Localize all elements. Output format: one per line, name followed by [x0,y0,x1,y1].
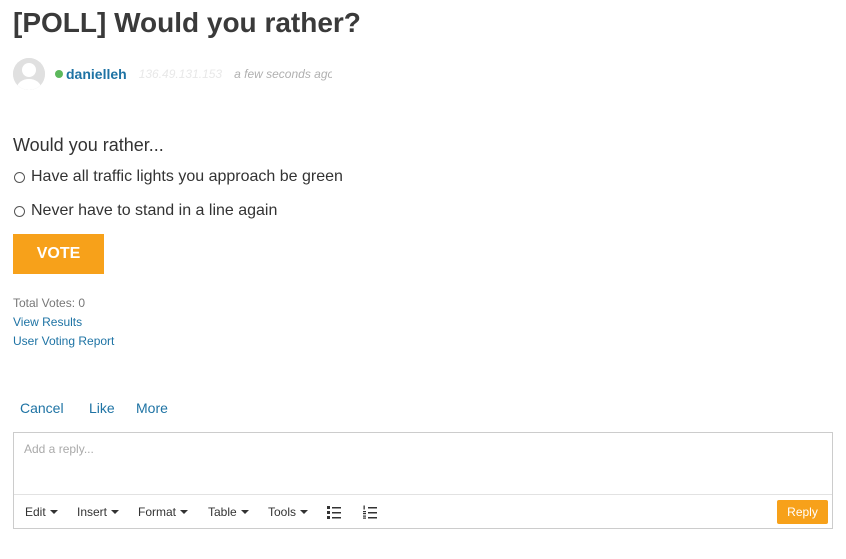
table-menu[interactable]: Table [208,505,249,519]
more-link[interactable]: More [136,400,168,416]
poll-option[interactable]: Have all traffic lights you approach be … [14,168,343,186]
reply-editor[interactable]: Add a reply... Edit Insert Format Table … [13,432,833,529]
format-menu[interactable]: Format [138,505,189,519]
edit-menu[interactable]: Edit [25,505,58,519]
reply-button[interactable]: Reply [777,500,828,524]
tools-menu-label: Tools [268,505,297,519]
edit-menu-label: Edit [25,505,46,519]
reply-input[interactable]: Add a reply... [24,442,94,456]
tools-menu[interactable]: Tools [268,505,309,519]
user-voting-report-link[interactable]: User Voting Report [13,334,114,348]
poll-option-label: Have all traffic lights you approach be … [31,168,343,185]
like-link[interactable]: Like [89,400,115,416]
bullet-list-icon[interactable] [327,505,341,524]
caret-down-icon [49,510,58,514]
author-ip: 136.49.131.153 [138,67,223,81]
vote-button[interactable]: VOTE [13,234,104,274]
insert-menu-label: Insert [77,505,108,519]
page-title: [POLL] Would you rather? [13,7,361,38]
format-menu-label: Format [138,505,177,519]
insert-menu[interactable]: Insert [77,505,120,519]
avatar[interactable] [13,58,45,90]
caret-down-icon [180,510,189,514]
total-votes: Total Votes: 0 [13,296,86,310]
post-timestamp: a few seconds ago [234,67,333,81]
table-menu-label: Table [208,505,237,519]
user-silhouette-icon [13,58,45,90]
cancel-link[interactable]: Cancel [20,400,64,416]
author-link[interactable]: danielleh [66,66,127,82]
poll-option-label: Never have to stand in a line again [31,202,278,219]
post-meta: danielleh 136.49.131.153 a few seconds a… [13,58,332,90]
poll-question: Would you rather... [13,135,164,155]
radio-button[interactable] [14,205,25,217]
caret-down-icon [111,510,120,514]
editor-toolbar: Edit Insert Format Table Tools Reply [14,494,832,528]
online-status-icon [55,70,63,78]
caret-down-icon [240,510,249,514]
view-results-link[interactable]: View Results [13,315,82,329]
poll-option[interactable]: Never have to stand in a line again [14,202,277,220]
caret-down-icon [300,510,309,514]
radio-button[interactable] [14,171,25,183]
numbered-list-icon[interactable] [363,505,377,524]
